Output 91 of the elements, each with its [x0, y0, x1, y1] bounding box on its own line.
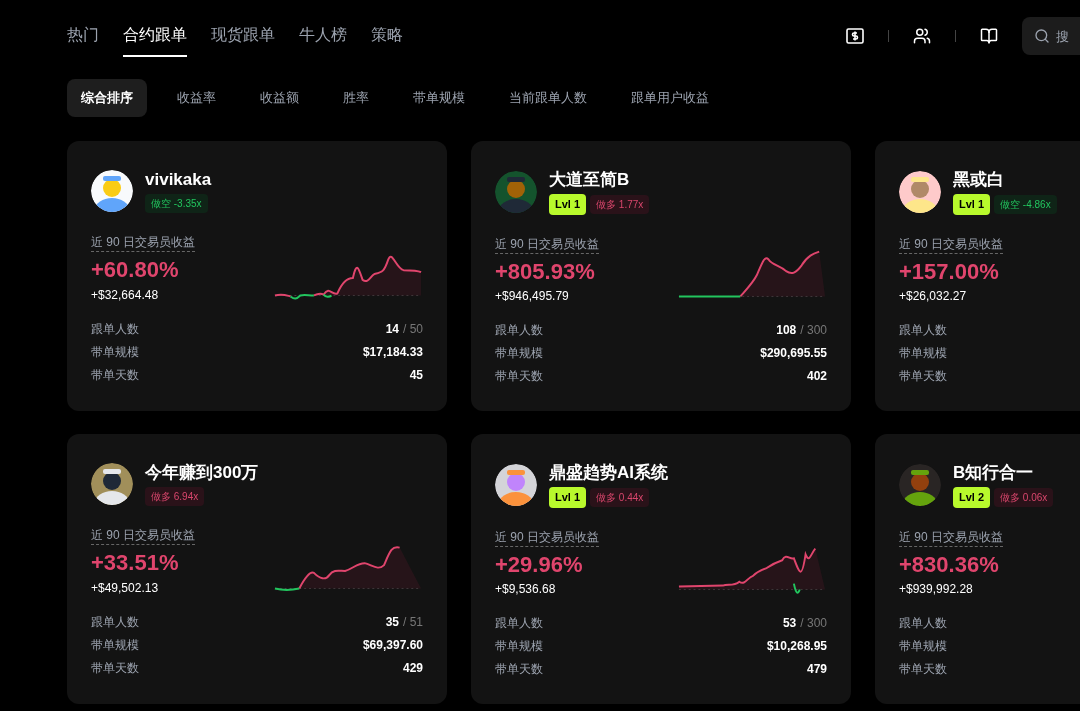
stat-label: 带单天数: [899, 661, 947, 679]
stat-value: $69,397.60: [362, 636, 423, 654]
stat-label: 带单规模: [91, 636, 139, 654]
stat-label: 带单天数: [495, 661, 543, 679]
stat-limit: / 50: [403, 320, 423, 338]
stat-value: $290,695.55: [760, 345, 827, 363]
position-badge: 做多 1.77x: [590, 195, 650, 214]
level-badge: Lvl 1: [549, 487, 587, 508]
stat-label: 带单天数: [91, 659, 139, 677]
stat-label: 带单规模: [899, 638, 947, 656]
trader-name: 今年赚到300万: [145, 462, 259, 484]
return-percent: +805.93%: [495, 257, 596, 286]
metric-label: 近 90 日交易员收益: [899, 234, 1003, 254]
trader-card[interactable]: vivikaka 做空 -3.35x 近 90 日交易员收益 +60.80% +$32,664.48 跟单人数 14 / 50 带单规模 $17,184.33 带单天数 45: [67, 141, 447, 411]
sort-tab[interactable]: 收益率: [163, 79, 230, 117]
stat-value: 402: [806, 368, 827, 386]
trader-name: 黑或白: [953, 169, 1005, 191]
nav-tab[interactable]: 合约跟单: [123, 15, 187, 57]
return-amount: +$49,502.13: [91, 579, 160, 597]
sort-tab[interactable]: 带单规模: [399, 79, 479, 117]
stat-label: 跟单人数: [899, 615, 947, 633]
level-badge: Lvl 1: [953, 194, 991, 215]
return-amount: +$946,495.79: [495, 288, 570, 306]
sort-tab[interactable]: 综合排序: [67, 79, 147, 117]
nav-tab[interactable]: 策略: [371, 15, 403, 57]
stat-value: 45: [409, 366, 423, 384]
stat-label: 带单天数: [495, 368, 543, 386]
metric-label: 近 90 日交易员收益: [91, 526, 195, 546]
level-badge: Lvl 2: [953, 487, 991, 508]
trader-card[interactable]: 鼎盛趋势AI系统 Lvl 1 做多 0.44x 近 90 日交易员收益 +29.96% +$9,536.68 跟单人数 53 / 300 带单规模 $10,268.95 带单天数 479: [471, 434, 851, 704]
search-icon: [1034, 28, 1050, 44]
trader-card[interactable]: 黑或白 Lvl 1 做空 -4.86x 近 90 日交易员收益 +157.00% +$26,032.27 跟单人数 带单规模 带单天数: [875, 141, 1080, 411]
return-percent: +60.80%: [91, 256, 180, 284]
stat-label: 跟单人数: [91, 320, 139, 338]
position-badge: 做空 -3.35x: [145, 194, 208, 214]
stat-label: 带单天数: [899, 368, 947, 386]
return-percent: +29.96%: [495, 550, 584, 579]
trader-name: 大道至简B: [549, 169, 631, 191]
sort-tab[interactable]: 胜率: [329, 79, 383, 117]
sort-tab[interactable]: 收益额: [246, 79, 313, 117]
search-field[interactable]: 搜: [1022, 17, 1080, 55]
book-icon[interactable]: [980, 27, 998, 45]
trader-card[interactable]: 大道至简B Lvl 1 做多 1.77x 近 90 日交易员收益 +805.93% +$946,495.79 跟单人数 108 / 300 带单规模 $290,695.55 带单天数 402: [471, 141, 851, 411]
stat-label: 跟单人数: [899, 322, 947, 340]
nav-tab[interactable]: 牛人榜: [299, 15, 347, 57]
metric-label: 近 90 日交易员收益: [495, 527, 599, 547]
return-amount: +$939,992.28: [899, 581, 974, 599]
stat-limit: / 300: [800, 322, 827, 340]
metric-label: 近 90 日交易员收益: [91, 233, 195, 253]
trader-name: vivikaka: [145, 169, 212, 191]
return-percent: +157.00%: [899, 257, 1000, 286]
users-icon[interactable]: [913, 27, 931, 45]
position-badge: 做多 6.94x: [145, 487, 205, 507]
return-amount: +$26,032.27: [899, 288, 968, 306]
sort-tab[interactable]: 当前跟单人数: [495, 79, 601, 117]
trader-name: 鼎盛趋势AI系统: [549, 462, 668, 484]
level-badge: Lvl 1: [549, 194, 587, 215]
nav-tab[interactable]: 热门: [67, 15, 99, 57]
stat-value: 53: [782, 615, 797, 633]
position-badge: 做多 0.44x: [590, 488, 650, 507]
trader-card[interactable]: B知行合一 Lvl 2 做多 0.06x 近 90 日交易员收益 +830.36% +$939,992.28 跟单人数 带单规模 带单天数: [875, 434, 1080, 704]
return-amount: +$9,536.68: [495, 581, 557, 599]
stat-value: 429: [402, 659, 423, 677]
stat-value: 35: [385, 613, 399, 631]
position-badge: 做多 0.06x: [994, 488, 1054, 507]
metric-label: 近 90 日交易员收益: [899, 527, 1003, 547]
sort-tab[interactable]: 跟单用户收益: [617, 79, 723, 117]
nav-tab[interactable]: 现货跟单: [211, 15, 275, 57]
stat-limit: / 51: [403, 613, 423, 631]
return-percent: +830.36%: [899, 550, 1000, 579]
stat-label: 跟单人数: [495, 322, 543, 340]
position-badge: 做空 -4.86x: [994, 195, 1057, 214]
trader-card[interactable]: 今年赚到300万 做多 6.94x 近 90 日交易员收益 +33.51% +$49,502.13 跟单人数 35 / 51 带单规模 $69,397.60 带单天数 429: [67, 434, 447, 704]
stat-limit: / 300: [800, 615, 827, 633]
stat-value: 479: [806, 661, 827, 679]
stat-label: 带单规模: [91, 343, 139, 361]
stat-label: 带单规模: [899, 345, 947, 363]
stat-value: $10,268.95: [766, 638, 827, 656]
dollar-card-icon[interactable]: [846, 28, 864, 44]
stat-label: 带单规模: [495, 638, 543, 656]
stat-label: 跟单人数: [91, 613, 139, 631]
trader-name: B知行合一: [953, 462, 1035, 484]
return-percent: +33.51%: [91, 549, 180, 577]
stat-value: 14: [385, 320, 399, 338]
stat-value: $17,184.33: [362, 343, 423, 361]
stat-value: 108: [776, 322, 797, 340]
return-amount: +$32,664.48: [91, 286, 160, 304]
stat-label: 带单规模: [495, 345, 543, 363]
metric-label: 近 90 日交易员收益: [495, 234, 599, 254]
stat-label: 带单天数: [91, 366, 139, 384]
stat-label: 跟单人数: [495, 615, 543, 633]
